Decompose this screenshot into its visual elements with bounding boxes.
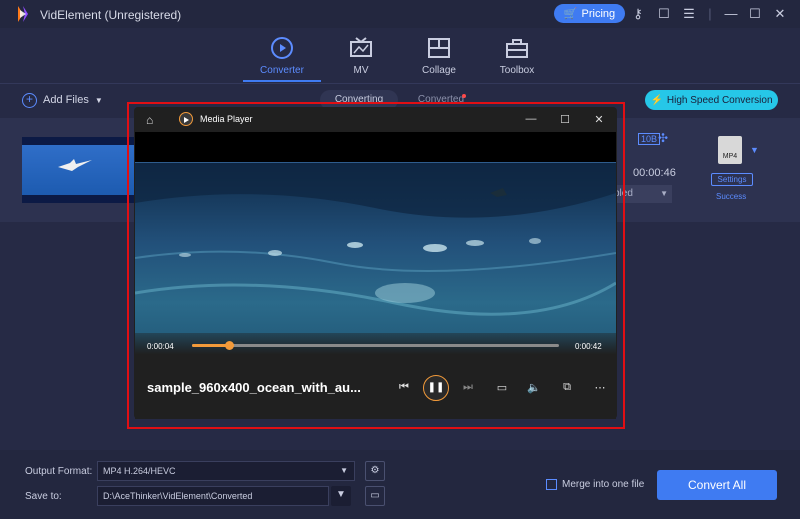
chevron-down-icon[interactable]: ▼ — [750, 145, 759, 155]
nav-converter[interactable]: Converter — [242, 34, 322, 82]
merge-checkbox[interactable] — [546, 479, 557, 490]
title-separator: | — [708, 6, 712, 21]
highlight-frame — [127, 102, 625, 429]
nav-converter-label: Converter — [260, 65, 304, 76]
cart-icon: 🛒 — [563, 8, 578, 20]
chevron-down-icon: ▼ — [94, 95, 103, 105]
add-files-label: Add Files — [43, 94, 89, 106]
high-speed-conversion-toggle[interactable]: ⚡ High Speed Conversion — [645, 90, 778, 110]
status-label: Success — [716, 192, 747, 201]
pricing-button[interactable]: 🛒 Pricing — [554, 4, 625, 23]
convert-all-button[interactable]: Convert All — [657, 470, 777, 500]
converter-icon — [271, 37, 293, 59]
chevron-down-icon: ▼ — [660, 189, 668, 198]
nav-mv[interactable]: MV — [321, 34, 401, 82]
nav-mv-label: MV — [353, 65, 369, 76]
toolbox-icon — [506, 39, 528, 58]
output-duration: 00:00:46 — [633, 167, 676, 179]
codec-badge: 10B — [638, 133, 661, 145]
add-icon: + — [22, 92, 37, 108]
chevron-down-icon: ▼ — [340, 466, 348, 475]
save-to-input[interactable]: D:\AceThinker\VidElement\Converted — [97, 486, 329, 506]
feedback-icon[interactable]: ☐ — [656, 6, 672, 22]
nav-active-indicator — [243, 80, 321, 82]
new-badge-dot — [462, 94, 466, 98]
nav-collage[interactable]: Collage — [399, 34, 479, 82]
app-logo-icon — [14, 5, 32, 23]
save-to-label: Save to: — [25, 491, 62, 502]
close-icon[interactable]: ✕ — [772, 6, 788, 22]
minimize-icon[interactable]: — — [723, 6, 739, 22]
merge-label: Merge into one file — [562, 479, 645, 490]
output-format-select[interactable]: MP4 H.264/HEVC ▼ — [97, 461, 355, 481]
format-settings-icon[interactable]: ⚙ — [365, 461, 385, 481]
nav-collage-label: Collage — [422, 65, 456, 76]
trim-icon[interactable]: ✣ — [658, 131, 668, 145]
mv-icon — [350, 37, 372, 57]
settings-button[interactable]: Settings — [711, 173, 753, 186]
nav-toolbox-label: Toolbox — [499, 65, 535, 76]
output-format-icon[interactable]: MP4 — [718, 136, 742, 164]
app-title: VidElement (Unregistered) — [40, 8, 182, 22]
nav-toolbox[interactable]: Toolbox — [477, 34, 557, 82]
nav-divider — [0, 83, 800, 84]
high-speed-label: High Speed Conversion — [666, 94, 773, 106]
thumbnail-image — [22, 145, 134, 195]
format-icon-label: MP4 — [722, 153, 738, 160]
output-format-value: MP4 H.264/HEVC — [103, 466, 176, 476]
pricing-label: Pricing — [581, 7, 616, 20]
folder-icon[interactable]: ▭ — [365, 486, 385, 506]
collage-icon — [428, 38, 450, 58]
lightning-icon: ⚡ — [650, 94, 663, 106]
save-to-value: D:\AceThinker\VidElement\Converted — [103, 491, 253, 501]
output-format-label: Output Format: — [25, 466, 93, 477]
menu-icon[interactable]: ☰ — [681, 6, 697, 22]
key-icon[interactable]: ⚷ — [630, 6, 646, 22]
maximize-icon[interactable]: ☐ — [747, 6, 763, 22]
add-files-button[interactable]: + Add Files ▼ — [22, 91, 103, 109]
save-to-dropdown-icon[interactable]: ▼ — [331, 486, 351, 506]
